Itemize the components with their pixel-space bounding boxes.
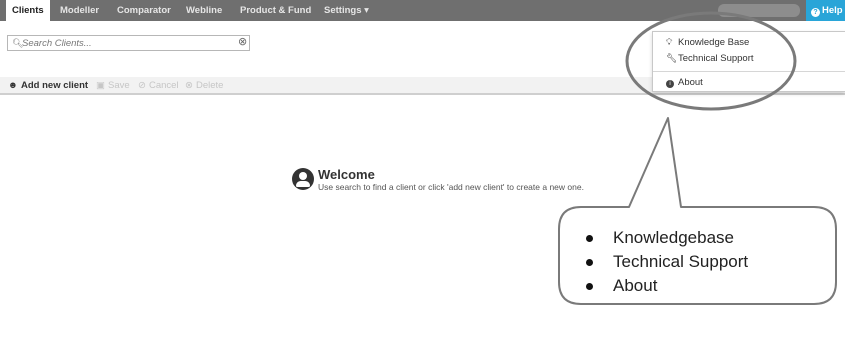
save-label: Save bbox=[107, 80, 130, 91]
delete-label: Delete bbox=[195, 80, 224, 91]
help-icon: ? bbox=[811, 8, 820, 17]
save-button[interactable]: ▣ Save bbox=[96, 79, 130, 93]
add-client-button[interactable]: ☻ Add new client bbox=[8, 79, 88, 93]
menu-item-about[interactable]: i About bbox=[666, 76, 703, 89]
callout-item: About bbox=[586, 274, 748, 298]
menu-item-label: About bbox=[678, 77, 703, 88]
user-name-blurred[interactable] bbox=[718, 4, 800, 17]
bullet-icon bbox=[586, 235, 593, 242]
tab-product-fund[interactable]: Product & Fund bbox=[234, 0, 317, 21]
callout-list: Knowledgebase Technical Support About bbox=[586, 226, 748, 298]
welcome-title: Welcome bbox=[318, 167, 375, 182]
menu-item-label: Knowledge Base bbox=[678, 37, 750, 48]
tab-webline[interactable]: Webline bbox=[180, 0, 228, 21]
help-dropdown-menu: 💡︎ Knowledge Base 🔧︎Technical Support i Ab… bbox=[652, 31, 845, 92]
menu-item-label: Technical Support bbox=[678, 53, 754, 64]
menu-item-knowledge-base[interactable]: 💡︎ Knowledge Base bbox=[666, 36, 749, 49]
add-client-label: Add new client bbox=[21, 80, 89, 91]
search-input[interactable] bbox=[22, 37, 234, 49]
help-button[interactable]: ? Help bbox=[806, 0, 845, 21]
cancel-button[interactable]: ⊘ Cancel bbox=[138, 79, 179, 93]
top-nav-bar: Clients Modeller Comparator Webline Prod… bbox=[0, 0, 845, 21]
lightbulb-icon: 💡︎ bbox=[666, 37, 673, 47]
callout-item: Technical Support bbox=[586, 250, 748, 274]
tab-modeller[interactable]: Modeller bbox=[54, 0, 105, 21]
tab-settings[interactable]: Settings ▾ bbox=[318, 0, 375, 21]
delete-icon: ⊗ bbox=[185, 80, 193, 91]
menu-divider bbox=[653, 71, 845, 72]
bullet-icon bbox=[586, 259, 593, 266]
save-icon: ▣ bbox=[96, 80, 105, 91]
clear-icon[interactable]: ⊗ bbox=[238, 35, 247, 48]
user-icon bbox=[292, 168, 314, 190]
wrench-icon: 🔧︎ bbox=[666, 53, 678, 63]
welcome-text: Use search to find a client or click 'ad… bbox=[318, 182, 584, 192]
tab-clients[interactable]: Clients bbox=[6, 0, 50, 21]
callout-item-label: Knowledgebase bbox=[613, 228, 734, 247]
bullet-icon bbox=[586, 283, 593, 290]
tab-comparator[interactable]: Comparator bbox=[111, 0, 177, 21]
cancel-icon: ⊘ bbox=[138, 80, 146, 91]
delete-button[interactable]: ⊗ Delete bbox=[185, 79, 223, 93]
callout-item-label: Technical Support bbox=[613, 252, 749, 271]
info-icon: i bbox=[666, 76, 678, 89]
callout-item: Knowledgebase bbox=[586, 226, 748, 250]
menu-item-technical-support[interactable]: 🔧︎Technical Support bbox=[666, 52, 754, 65]
cancel-label: Cancel bbox=[148, 80, 179, 91]
add-user-icon: ☻ bbox=[8, 80, 18, 91]
callout-item-label: About bbox=[613, 276, 658, 295]
search-box: 🔍︎ ⊗ bbox=[7, 35, 250, 51]
help-button-label: Help bbox=[822, 5, 843, 16]
